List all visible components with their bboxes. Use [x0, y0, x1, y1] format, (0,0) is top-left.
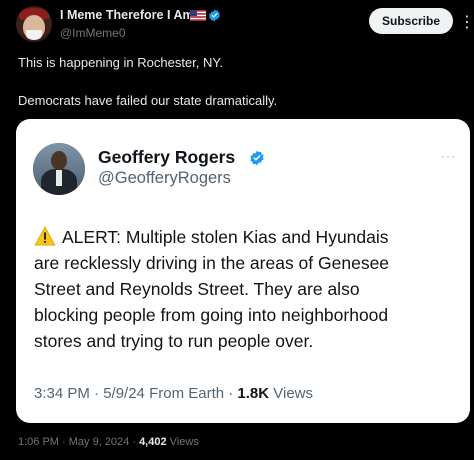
author-handle[interactable]: @ImMeme0: [60, 26, 126, 40]
quoted-author-name[interactable]: Geoffery Rogers: [98, 147, 235, 168]
warning-icon: [34, 226, 56, 246]
post: I Meme Therefore I Am @ImMeme0 Subscribe…: [0, 0, 474, 460]
author-name[interactable]: I Meme Therefore I Am: [60, 8, 194, 22]
author-avatar[interactable]: [16, 6, 52, 42]
subscribe-button[interactable]: Subscribe: [369, 8, 453, 34]
quoted-post-timestamp[interactable]: 3:34 PM · 5/9/24 From Earth ·: [34, 385, 237, 402]
post-timestamp[interactable]: 1:06 PM · May 9, 2024 ·: [18, 436, 139, 448]
quoted-post-views-count: 1.8K: [237, 385, 270, 402]
tweet-text-line: This is happening in Rochester, NY.: [18, 55, 223, 70]
quoted-author-handle[interactable]: @GeofferyRogers: [98, 169, 231, 188]
flag-us-icon: [190, 10, 206, 21]
post-views-label: Views: [166, 436, 199, 448]
quoted-post-card[interactable]: Geoffery Rogers @GeofferyRogers ··· ALER…: [16, 119, 470, 423]
post-meta: 1:06 PM · May 9, 2024 · 4,402 Views: [18, 436, 199, 448]
quoted-post-line: blocking people from going into neighbor…: [34, 305, 389, 325]
tweet-text-line: Democrats have failed our state dramatic…: [18, 93, 278, 108]
quoted-author-avatar[interactable]: [33, 143, 85, 195]
quoted-post-meta: 3:34 PM · 5/9/24 From Earth · 1.8K Views: [34, 385, 313, 402]
post-views-count: 4,402: [139, 436, 167, 448]
verified-badge-icon: [209, 9, 220, 22]
quoted-post-text: ALERT: Multiple stolen Kias and Hyundais…: [34, 224, 464, 354]
quoted-post-line: are recklessly driving in the areas of G…: [34, 253, 390, 273]
quoted-post-views-label: Views: [269, 385, 314, 402]
quoted-post-line: ALERT: Multiple stolen Kias and Hyundais: [62, 227, 389, 247]
quoted-post-line: Street and Reynolds Street. They are als…: [34, 279, 360, 299]
quoted-post-line: stores and trying to run people over.: [34, 331, 314, 351]
verified-badge-icon: [250, 150, 264, 166]
more-options-icon[interactable]: ···: [441, 149, 456, 163]
more-options-icon[interactable]: ⋮: [459, 12, 474, 31]
